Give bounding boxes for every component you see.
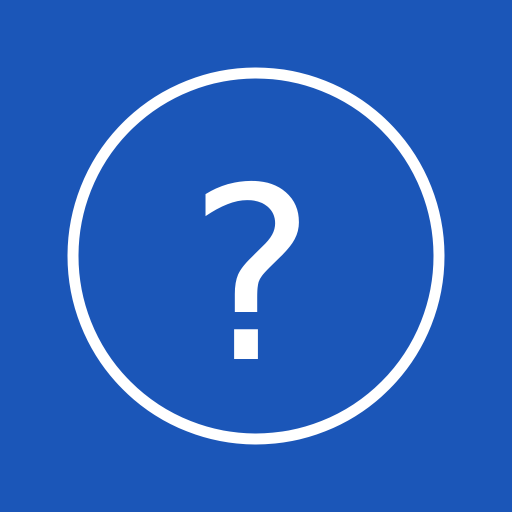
help-question-icon: ? — [67, 67, 445, 445]
question-mark-glyph: ? — [188, 136, 315, 416]
help-tile[interactable]: ? — [0, 0, 512, 512]
